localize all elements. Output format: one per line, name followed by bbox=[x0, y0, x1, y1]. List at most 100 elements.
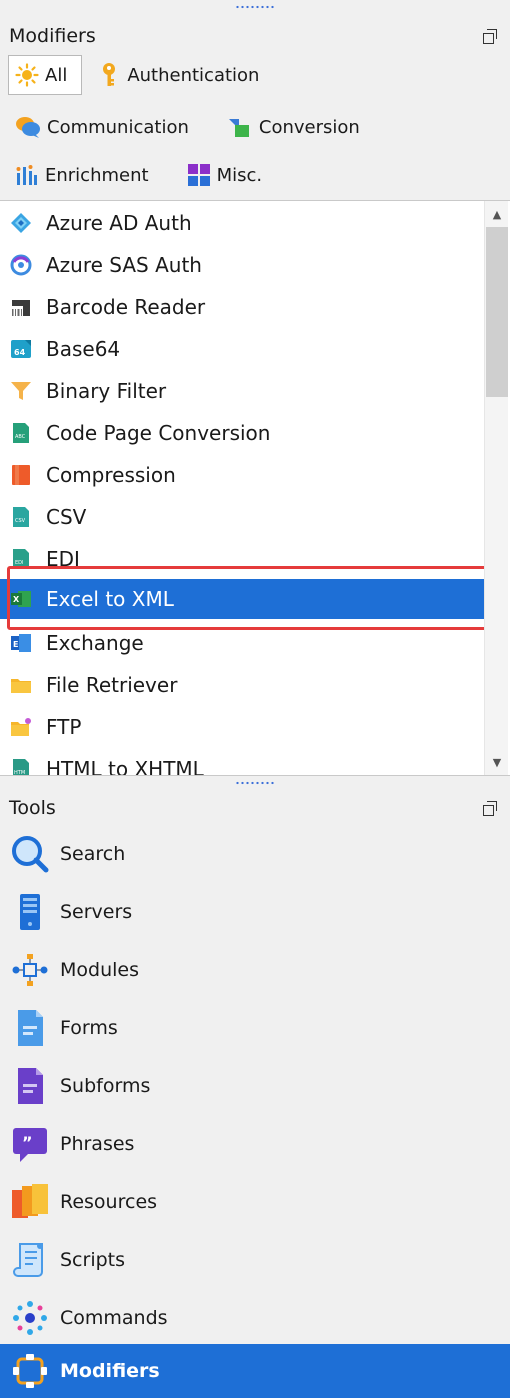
ftp-icon bbox=[10, 716, 32, 738]
list-item-label: EDI bbox=[46, 547, 80, 571]
list-item-base64[interactable]: 64 Base64 bbox=[0, 329, 484, 369]
list-item-azure-sas-auth[interactable]: Azure SAS Auth bbox=[0, 245, 484, 285]
list-item-html-to-xhtml[interactable]: HTM HTML to XHTML bbox=[0, 749, 484, 776]
list-item-csv[interactable]: CSV CSV bbox=[0, 497, 484, 537]
float-window-icon[interactable] bbox=[482, 28, 498, 44]
filter-icon bbox=[10, 380, 32, 402]
modifiers-icon bbox=[10, 1351, 50, 1391]
scroll-down-arrow-icon[interactable]: ▼ bbox=[485, 751, 509, 773]
scroll-thumb[interactable] bbox=[486, 227, 508, 397]
filter-enrichment-label: Enrichment bbox=[45, 164, 149, 186]
list-item-ftp[interactable]: FTP bbox=[0, 707, 484, 747]
list-item-barcode-reader[interactable]: Barcode Reader bbox=[0, 287, 484, 327]
commands-icon bbox=[10, 1298, 50, 1338]
list-item-label: Binary Filter bbox=[46, 379, 167, 403]
tool-item-label: Commands bbox=[60, 1307, 168, 1329]
scroll-up-arrow-icon[interactable]: ▲ bbox=[485, 203, 509, 225]
list-item-label: Code Page Conversion bbox=[46, 421, 271, 445]
list-item-exchange[interactable]: E Exchange bbox=[0, 623, 484, 663]
filter-all-button[interactable]: All bbox=[8, 55, 83, 95]
list-item-label: Azure AD Auth bbox=[46, 211, 192, 235]
svg-text:EDI: EDI bbox=[15, 560, 23, 566]
tool-item-commands[interactable]: Commands bbox=[0, 1290, 510, 1346]
list-item-label: Barcode Reader bbox=[46, 295, 206, 319]
code-page-icon: ABC bbox=[10, 422, 32, 444]
misc-icon bbox=[187, 164, 210, 186]
svg-text:E: E bbox=[13, 640, 18, 649]
svg-text:ABC: ABC bbox=[15, 434, 26, 440]
list-item-label: File Retriever bbox=[46, 673, 178, 697]
tools-panel-title: Tools bbox=[9, 797, 56, 819]
splitter-grip-top[interactable] bbox=[235, 4, 275, 10]
filter-communication-button[interactable]: Communication bbox=[8, 107, 198, 147]
filter-conversion-button[interactable]: Conversion bbox=[220, 107, 369, 147]
list-item-label: HTML to XHTML bbox=[46, 757, 204, 776]
list-item-label: CSV bbox=[46, 505, 87, 529]
splitter-grip-middle[interactable] bbox=[235, 780, 275, 786]
scripts-icon bbox=[10, 1240, 50, 1280]
tool-item-label: Servers bbox=[60, 901, 133, 923]
list-item-binary-filter[interactable]: Binary Filter bbox=[0, 371, 484, 411]
svg-text:CSV: CSV bbox=[15, 518, 26, 524]
float-window-icon[interactable] bbox=[482, 800, 498, 816]
list-item-label: Base64 bbox=[46, 337, 121, 361]
filter-conversion-label: Conversion bbox=[258, 116, 360, 138]
list-item-compression[interactable]: Compression bbox=[0, 455, 484, 495]
tool-item-label: Resources bbox=[60, 1191, 158, 1213]
svg-text:X: X bbox=[13, 595, 20, 604]
filter-all-label: All bbox=[45, 64, 68, 86]
tool-item-label: Subforms bbox=[60, 1075, 151, 1097]
tool-item-phrases[interactable]: ” Phrases bbox=[0, 1116, 510, 1172]
excel-icon: X bbox=[10, 588, 32, 610]
tool-item-subforms[interactable]: Subforms bbox=[0, 1058, 510, 1114]
modules-icon bbox=[10, 950, 50, 990]
list-item-edi[interactable]: EDI EDI bbox=[0, 539, 484, 579]
tool-item-label: Modifiers bbox=[60, 1360, 160, 1382]
list-item-code-page-conversion[interactable]: ABC Code Page Conversion bbox=[0, 413, 484, 453]
base64-icon: 64 bbox=[10, 338, 32, 360]
tool-item-search[interactable]: Search bbox=[0, 826, 510, 882]
tool-item-label: Search bbox=[60, 843, 126, 865]
modifiers-list[interactable]: Azure AD Auth Azure SAS Auth Barcode Rea… bbox=[0, 200, 510, 776]
barcode-icon bbox=[10, 296, 32, 318]
list-item-label: FTP bbox=[46, 715, 82, 739]
azure-ad-icon bbox=[10, 212, 32, 234]
chat-icon bbox=[16, 117, 40, 138]
filter-misc-button[interactable]: Misc. bbox=[180, 155, 272, 195]
tool-item-forms[interactable]: Forms bbox=[0, 1000, 510, 1056]
svg-text:HTM: HTM bbox=[14, 770, 25, 776]
svg-text:”: ” bbox=[22, 1133, 33, 1152]
form-icon bbox=[10, 1008, 50, 1048]
tool-item-scripts[interactable]: Scripts bbox=[0, 1232, 510, 1288]
compression-icon bbox=[10, 464, 32, 486]
tool-item-label: Modules bbox=[60, 959, 139, 981]
search-icon bbox=[10, 834, 50, 874]
modifiers-list-scrollbar[interactable]: ▲ ▼ bbox=[484, 201, 508, 775]
phrases-icon: ” bbox=[10, 1124, 50, 1164]
filter-row-2: Communication Conversion bbox=[8, 104, 500, 150]
tool-item-label: Scripts bbox=[60, 1249, 126, 1271]
filter-enrichment-button[interactable]: Enrichment bbox=[8, 155, 158, 195]
list-item-excel-to-xml[interactable]: X Excel to XML bbox=[0, 579, 484, 619]
tool-item-servers[interactable]: Servers bbox=[0, 884, 510, 940]
list-item-label: Excel to XML bbox=[46, 587, 174, 611]
list-item-label: Compression bbox=[46, 463, 176, 487]
resources-icon bbox=[10, 1182, 50, 1222]
exchange-icon: E bbox=[10, 632, 32, 654]
modifiers-panel-title: Modifiers bbox=[9, 25, 96, 47]
sun-icon bbox=[15, 63, 39, 87]
tool-item-modifiers[interactable]: Modifiers bbox=[0, 1344, 510, 1398]
list-item-label: Azure SAS Auth bbox=[46, 253, 202, 277]
filter-row-3: Enrichment Misc. bbox=[8, 152, 500, 198]
enrichment-icon bbox=[16, 165, 37, 185]
list-item-azure-ad-auth[interactable]: Azure AD Auth bbox=[0, 203, 484, 243]
list-item-file-retriever[interactable]: File Retriever bbox=[0, 665, 484, 705]
conversion-icon bbox=[228, 119, 249, 137]
tools-panel-header: Tools bbox=[0, 792, 510, 824]
tool-item-modules[interactable]: Modules bbox=[0, 942, 510, 998]
server-icon bbox=[10, 892, 50, 932]
filter-authentication-button[interactable]: Authentication bbox=[90, 55, 268, 95]
filter-misc-label: Misc. bbox=[216, 164, 263, 186]
tool-item-resources[interactable]: Resources bbox=[0, 1174, 510, 1230]
svg-text:64: 64 bbox=[14, 348, 26, 357]
